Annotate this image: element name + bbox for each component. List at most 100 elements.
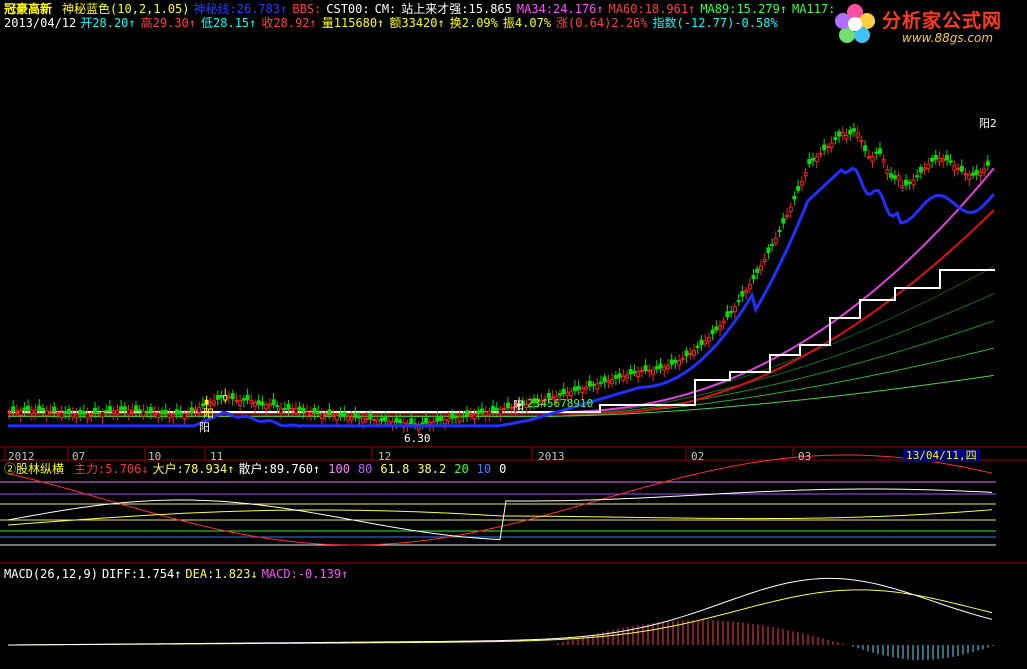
candle-body [896, 175, 901, 181]
quote-label: 振 [502, 16, 515, 30]
candle-body [851, 128, 856, 132]
candle-body [933, 155, 938, 160]
candle-body [394, 417, 399, 423]
indicator-item: MA34:24.176↑ [517, 2, 604, 16]
sub2-params: (26,12,9) [32, 567, 98, 581]
sub1-level-value: 38.2 [417, 462, 447, 476]
candle-body [639, 370, 644, 373]
candle-body [171, 413, 176, 418]
candle-body [658, 363, 663, 369]
candle-body [453, 416, 458, 419]
sequence-label: 2345678910 [527, 397, 594, 410]
quote-value: (0.64)2.26% [568, 16, 648, 30]
quote-value: 28.92 [273, 16, 310, 30]
sub1-values: 主力:5.706↓ 大户:78.934↑ 散户:89.760↑ [74, 462, 320, 476]
candle-body [349, 416, 354, 421]
sub1-title[interactable]: ②股林纵横 [4, 462, 64, 476]
candle-body [837, 131, 842, 137]
candle-body [751, 275, 756, 280]
candle-body [479, 408, 484, 414]
indicator-item: MA89:15.279↑ [700, 2, 787, 16]
candle-body [398, 419, 403, 423]
candle-body [606, 380, 611, 383]
candle-body [353, 412, 358, 418]
indicator-name[interactable]: 神秘蓝色 [62, 2, 110, 16]
candle-body [275, 405, 280, 408]
candle-body [665, 365, 670, 370]
candle-body [680, 357, 685, 360]
candle-body [866, 156, 871, 159]
candle-body [450, 413, 455, 419]
candle-body [260, 401, 265, 406]
candle-body [829, 142, 834, 149]
quote-bar: 2013/04/12 开28.20↑ 高29.30↑ 低28.15↑ 收28.92↑ 量… [4, 16, 778, 30]
candle-body [465, 410, 470, 417]
trend-arrow-icon: ↑ [779, 2, 788, 16]
candle-body [792, 195, 797, 200]
candle-body [141, 410, 146, 417]
indicator-values: 神秘线:26.783↑ BBS: CST00: CM: 站上来才强:15.865 MA34… [194, 2, 836, 16]
candle-body [338, 412, 343, 417]
candle-body [758, 265, 763, 271]
candle-body [818, 152, 823, 155]
candle-body [755, 268, 760, 273]
quote-value: 29.30 [152, 16, 189, 30]
candle-body [238, 400, 243, 406]
candle-body [595, 383, 600, 390]
x-label-03: 03 [798, 450, 812, 463]
candle-body [271, 399, 276, 406]
dea-line [7, 589, 993, 646]
candle-body [308, 411, 313, 416]
candle-body [40, 408, 45, 411]
candle-body [822, 144, 827, 151]
indicator-value: 18.961 [644, 2, 689, 16]
brand-url: www.88gs.com [902, 31, 994, 45]
candle-body [784, 214, 789, 218]
ma-long-line [8, 347, 994, 417]
candle-body [193, 408, 198, 411]
candle-body [93, 407, 98, 414]
quote-item: 低28.15↑ [201, 16, 256, 30]
sub1-item: 主力:5.706↓ [74, 462, 149, 476]
candle-body [386, 420, 391, 425]
candle-body [587, 380, 592, 387]
yang-marker-low: 阳 [199, 421, 210, 434]
sub2-title[interactable]: MACD [4, 567, 33, 581]
macd-label: MACD: [261, 567, 298, 581]
candle-body [163, 409, 168, 415]
quote-item: 额33420↑ [389, 16, 444, 30]
candle-body [762, 258, 767, 263]
candle-body [346, 416, 351, 421]
indicator-value: 15.279 [736, 2, 780, 16]
candle-body [152, 412, 157, 415]
candle-body [598, 381, 603, 384]
candle-body [602, 376, 607, 383]
quote-label: 额 [389, 16, 402, 30]
candle-body [439, 416, 444, 421]
macd-item: DEA:1.823↓ [185, 567, 257, 581]
sub1-level-value: 0 [499, 462, 507, 476]
indicator-item: MA60:18.961↑ [609, 2, 696, 16]
ma34-line [8, 167, 995, 414]
trend-arrow-icon: ↑ [249, 16, 257, 30]
candle-body [78, 409, 83, 415]
candle-body [643, 365, 648, 372]
quote-label: 开 [80, 16, 93, 30]
candle-body [662, 366, 667, 371]
indicator-item: CST00: [326, 2, 369, 16]
candle-body [855, 132, 860, 138]
candle-body [253, 401, 258, 407]
candle-body [63, 411, 68, 414]
candle-body [967, 174, 972, 180]
sub1-label: 散户: [238, 462, 270, 476]
quote-value: (-12.77)-0.58% [676, 16, 778, 30]
candle-body [807, 158, 812, 165]
macd-value: 1.823 [214, 567, 251, 581]
yang2-marker: 阳2 [979, 117, 997, 130]
indicator-value: 24.176 [553, 2, 597, 16]
candle-body [319, 413, 324, 419]
candle-body [651, 369, 656, 375]
candle-body [840, 132, 845, 137]
candle-body [286, 403, 291, 410]
candle-body [446, 418, 451, 422]
